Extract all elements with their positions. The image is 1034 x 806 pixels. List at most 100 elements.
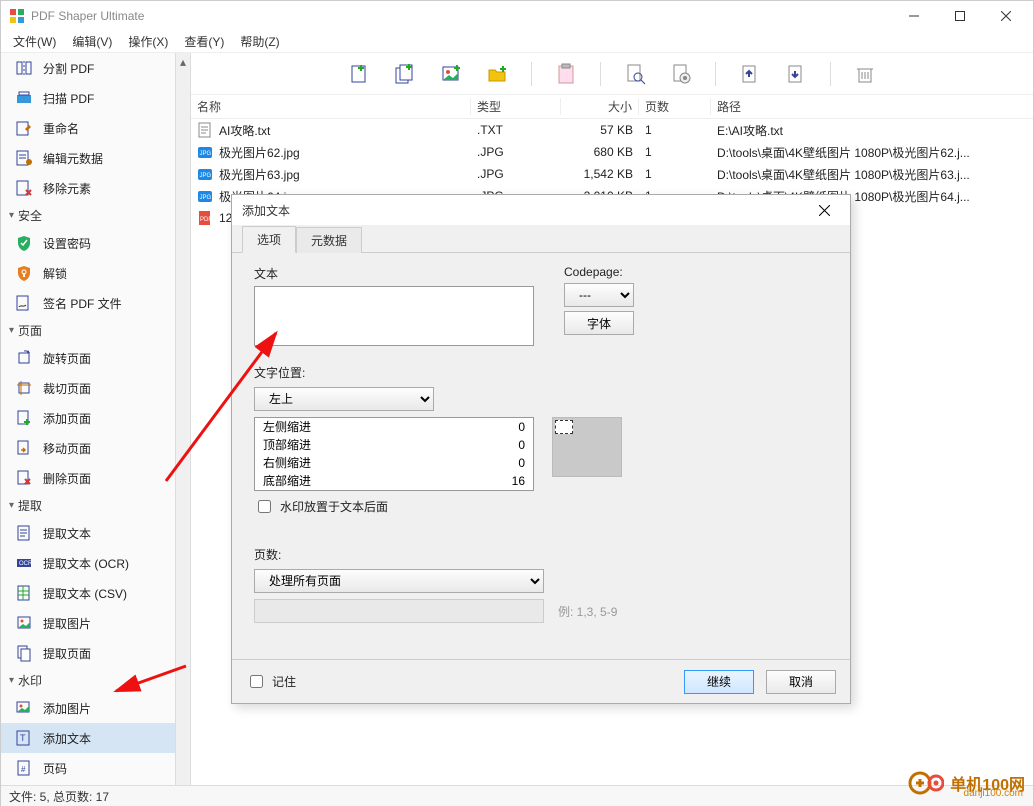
margins-box[interactable]: 左侧缩进0 顶部缩进0 右侧缩进0 底部缩进16 xyxy=(254,417,534,491)
menu-help[interactable]: 帮助(Z) xyxy=(232,31,287,52)
sidebar-item-add-text[interactable]: T添加文本 xyxy=(1,723,175,753)
add-image-icon[interactable] xyxy=(439,62,463,86)
col-path[interactable]: 路径 xyxy=(711,98,1033,115)
sidebar-group-0[interactable]: ▾安全 xyxy=(1,203,175,228)
move-up-icon[interactable] xyxy=(738,62,762,86)
filelist-header: 名称 类型 大小 页数 路径 xyxy=(191,95,1033,119)
maximize-button[interactable] xyxy=(937,1,983,31)
sidebar-group-2[interactable]: ▾提取 xyxy=(1,493,175,518)
sidebar-group-1[interactable]: ▾页面 xyxy=(1,318,175,343)
sidebar-item-extract-image[interactable]: 提取图片 xyxy=(1,608,175,638)
file-size: 680 KB xyxy=(561,145,639,159)
sidebar-item-delete-page[interactable]: 删除页面 xyxy=(1,463,175,493)
pages-select[interactable]: 处理所有页面 xyxy=(254,569,544,593)
sidebar-group-3[interactable]: ▾水印 xyxy=(1,668,175,693)
font-button[interactable]: 字体 xyxy=(564,311,634,335)
sidebar-item-metadata[interactable]: 编辑元数据 xyxy=(1,143,175,173)
file-row[interactable]: AI攻略.txt.TXT57 KB1E:\AI攻略.txt xyxy=(191,119,1033,141)
margin-top-label: 顶部缩进 xyxy=(263,436,311,454)
sidebar-item-shield-orange[interactable]: 解锁 xyxy=(1,258,175,288)
sidebar-item-page-number[interactable]: #页码 xyxy=(1,753,175,783)
file-pages: 1 xyxy=(639,145,711,159)
sidebar-item-extract-page[interactable]: 提取页面 xyxy=(1,638,175,668)
menu-file[interactable]: 文件(W) xyxy=(5,31,64,52)
remember-checkbox[interactable]: 记住 xyxy=(246,672,296,691)
menu-edit[interactable]: 编辑(V) xyxy=(64,31,120,52)
settings-file-icon[interactable] xyxy=(669,62,693,86)
sidebar-item-scan[interactable]: 扫描 PDF xyxy=(1,83,175,113)
codepage-select[interactable]: --- xyxy=(564,283,634,307)
margin-top-value: 0 xyxy=(518,436,525,454)
sidebar-item-label: 添加页面 xyxy=(43,410,91,427)
scroll-up-icon[interactable]: ▴ xyxy=(177,55,190,68)
svg-text:JPG: JPG xyxy=(200,151,212,157)
col-name[interactable]: 名称 xyxy=(191,98,471,115)
add-files-icon[interactable] xyxy=(393,62,417,86)
rotate-icon xyxy=(15,349,33,367)
text-input[interactable] xyxy=(254,286,534,346)
titlebar: PDF Shaper Ultimate xyxy=(1,1,1033,31)
add-folder-icon[interactable] xyxy=(485,62,509,86)
sidebar-item-rotate[interactable]: 旋转页面 xyxy=(1,343,175,373)
menu-action[interactable]: 操作(X) xyxy=(120,31,176,52)
tab-metadata[interactable]: 元数据 xyxy=(296,227,362,253)
sidebar-item-move-page[interactable]: 移动页面 xyxy=(1,433,175,463)
label-text: 文本 xyxy=(254,265,534,282)
file-type: .JPG xyxy=(471,167,561,181)
col-pages[interactable]: 页数 xyxy=(639,98,711,115)
sidebar-item-label: 页码 xyxy=(43,760,67,777)
extract-page-icon xyxy=(15,644,33,662)
sidebar-item-label: 解锁 xyxy=(43,265,67,282)
shield-orange-icon xyxy=(15,264,33,282)
continue-button[interactable]: 继续 xyxy=(684,670,754,694)
sidebar-item-rename[interactable]: 重命名 xyxy=(1,113,175,143)
sidebar-item-add-image[interactable]: 添加图片 xyxy=(1,693,175,723)
sidebar-item-label: 删除页面 xyxy=(43,470,91,487)
sidebar-item-crop[interactable]: 裁切页面 xyxy=(1,373,175,403)
behind-text-label: 水印放置于文本后面 xyxy=(280,498,388,515)
add-file-icon[interactable] xyxy=(347,62,371,86)
sidebar-item-add-page[interactable]: 添加页面 xyxy=(1,403,175,433)
file-size: 57 KB xyxy=(561,123,639,137)
col-type[interactable]: 类型 xyxy=(471,98,561,115)
remember-label: 记住 xyxy=(272,673,296,690)
sidebar-item-extract-csv[interactable]: 提取文本 (CSV) xyxy=(1,578,175,608)
menu-view[interactable]: 查看(Y) xyxy=(176,31,232,52)
rename-icon xyxy=(15,119,33,137)
paste-icon[interactable] xyxy=(554,62,578,86)
delete-icon[interactable] xyxy=(853,62,877,86)
search-file-icon[interactable] xyxy=(623,62,647,86)
col-size[interactable]: 大小 xyxy=(561,98,639,115)
sidebar-item-label: 设置密码 xyxy=(43,235,91,252)
sidebar: 分割 PDF扫描 PDF重命名编辑元数据移除元素 ▾安全设置密码解锁签名 PDF… xyxy=(1,53,176,785)
dialog-titlebar: 添加文本 xyxy=(232,195,850,225)
cancel-button[interactable]: 取消 xyxy=(766,670,836,694)
sidebar-group-title: 页面 xyxy=(18,322,42,339)
sidebar-item-split[interactable]: 分割 PDF xyxy=(1,53,175,83)
sidebar-scrollbar[interactable]: ▴ xyxy=(176,53,191,785)
behind-text-checkbox[interactable]: 水印放置于文本后面 xyxy=(254,497,828,516)
sidebar-item-extract-text[interactable]: 提取文本 xyxy=(1,518,175,548)
dialog-close-button[interactable] xyxy=(804,196,844,224)
pages-range-input xyxy=(254,599,544,623)
sidebar-item-shield-green[interactable]: 设置密码 xyxy=(1,228,175,258)
chevron-down-icon: ▾ xyxy=(9,500,14,511)
minimize-button[interactable] xyxy=(891,1,937,31)
sidebar-item-sign[interactable]: 签名 PDF 文件 xyxy=(1,288,175,318)
move-down-icon[interactable] xyxy=(784,62,808,86)
margin-left-label: 左侧缩进 xyxy=(263,418,311,436)
file-name: 极光图片62.jpg xyxy=(219,144,300,161)
behind-text-input[interactable] xyxy=(258,500,271,513)
remember-input[interactable] xyxy=(250,675,263,688)
position-select[interactable]: 左上 xyxy=(254,387,434,411)
file-row[interactable]: JPG极光图片63.jpg.JPG1,542 KB1D:\tools\桌面\4K… xyxy=(191,163,1033,185)
toolbar-separator xyxy=(830,62,831,86)
close-button[interactable] xyxy=(983,1,1029,31)
file-type-icon: PDF xyxy=(197,210,213,226)
tab-options[interactable]: 选项 xyxy=(242,226,296,253)
file-row[interactable]: JPG极光图片62.jpg.JPG680 KB1D:\tools\桌面\4K壁纸… xyxy=(191,141,1033,163)
svg-text:JPG: JPG xyxy=(200,173,212,179)
dialog-title: 添加文本 xyxy=(242,202,804,219)
sidebar-item-remove-element[interactable]: 移除元素 xyxy=(1,173,175,203)
sidebar-item-extract-ocr[interactable]: OCR提取文本 (OCR) xyxy=(1,548,175,578)
